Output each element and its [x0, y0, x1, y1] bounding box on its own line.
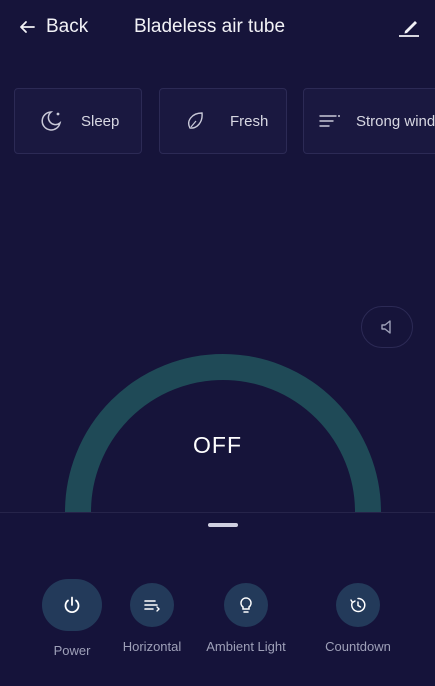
- light-bulb-icon: [240, 597, 252, 613]
- mode-sleep-button[interactable]: Sleep: [14, 88, 142, 154]
- power-arc: [65, 354, 381, 513]
- back-button[interactable]: Back: [18, 16, 88, 38]
- mode-label: Fresh: [230, 112, 269, 130]
- horizontal-button[interactable]: [130, 583, 174, 627]
- arrow-left-icon: [20, 21, 35, 33]
- edit-icon[interactable]: [396, 14, 422, 40]
- countdown-button[interactable]: [336, 583, 380, 627]
- ambient-light-control: Ambient Light: [196, 583, 296, 654]
- mode-label: Strong wind: [356, 112, 435, 130]
- power-icon: [64, 596, 80, 614]
- control-label: Ambient Light: [206, 639, 286, 654]
- page-title: Bladeless air tube: [134, 16, 286, 37]
- mode-selector: Sleep Fresh Strong wind: [0, 88, 435, 154]
- wind-lines-icon: [319, 115, 340, 127]
- horizontal-swing-icon: [144, 600, 160, 612]
- header: Back Bladeless air tube: [0, 0, 435, 60]
- moon-icon: [41, 111, 62, 131]
- control-panel: Power Horizontal Ambient Light Countdown: [0, 512, 435, 686]
- mode-fresh-button[interactable]: Fresh: [159, 88, 287, 154]
- power-status-text: OFF: [193, 432, 242, 458]
- control-label: Countdown: [325, 639, 391, 654]
- mode-strong-wind-button[interactable]: Strong wind: [303, 88, 435, 154]
- ambient-light-button[interactable]: [224, 583, 268, 627]
- power-button[interactable]: [42, 579, 102, 631]
- countdown-control: Countdown: [308, 583, 408, 654]
- horizontal-control: Horizontal: [102, 583, 202, 654]
- leaf-icon: [188, 112, 203, 129]
- back-label: Back: [46, 16, 89, 37]
- control-label: Horizontal: [122, 639, 182, 654]
- drag-handle[interactable]: [208, 523, 238, 527]
- screen: Back Bladeless air tube Sleep Fresh Stro…: [0, 0, 435, 686]
- mode-label: Sleep: [81, 112, 120, 130]
- timer-icon: [350, 597, 366, 613]
